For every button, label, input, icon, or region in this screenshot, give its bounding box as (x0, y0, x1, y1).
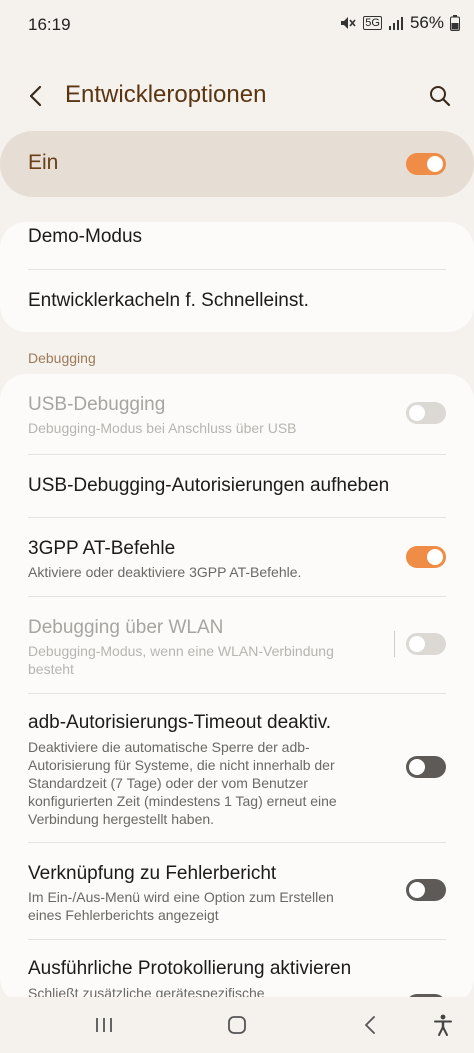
back-button[interactable] (18, 78, 54, 114)
list-item-3gpp-at-commands[interactable]: 3GPP AT-Befehle Aktiviere oder deaktivie… (0, 518, 474, 596)
master-switch-toggle[interactable] (406, 153, 446, 175)
item-title: Ausführliche Protokollierung aktivieren (28, 958, 352, 979)
item-title: Demo-Modus (28, 226, 143, 247)
item-title: Verknüpfung zu Fehlerbericht (28, 863, 277, 884)
debugging-card: USB-Debugging Debugging-Modus bei Anschl… (0, 374, 474, 1004)
item-title: adb-Autorisierungs-Timeout deaktiv. (28, 712, 332, 733)
back-arrow-icon (29, 85, 42, 107)
switch-knob (409, 759, 425, 775)
list-item-adb-authorization-timeout[interactable]: adb-Autorisierungs-Timeout deaktiv. Deak… (0, 694, 474, 842)
item-subtitle: Debugging-Modus bei Anschluss über USB (28, 420, 297, 436)
3gpp-at-switch[interactable] (406, 546, 446, 568)
home-icon (228, 1016, 246, 1034)
item-title: 3GPP AT-Befehle (28, 538, 176, 559)
status-icons: 5G 56% (339, 13, 460, 33)
switch-knob (427, 549, 443, 565)
search-icon (430, 86, 451, 107)
item-subtitle: Deaktiviere die automatische Sperre der … (28, 739, 337, 827)
battery-icon (450, 15, 460, 31)
mute-icon (339, 14, 357, 32)
usb-debugging-switch[interactable] (406, 402, 446, 424)
5g-icon: 5G (363, 16, 382, 30)
list-item-verbose-logging[interactable]: Ausführliche Protokollierung aktivieren … (0, 940, 474, 1004)
accessibility-icon (434, 1014, 452, 1036)
recent-apps-icon (96, 1018, 112, 1032)
bug-report-switch[interactable] (406, 879, 446, 901)
list-item-revoke-usb-authorizations[interactable]: USB-Debugging-Autorisierungen aufheben (0, 455, 474, 517)
item-title: USB-Debugging-Autorisierungen aufheben (28, 475, 390, 496)
search-button[interactable] (422, 78, 458, 114)
status-bar: 16:19 5G 56% (0, 0, 474, 52)
list-item-developer-tiles[interactable]: Entwicklerkacheln f. Schnelleinst. (0, 270, 474, 332)
network-type: 5G (363, 16, 382, 30)
status-time: 16:19 (28, 15, 71, 34)
back-icon (365, 1016, 375, 1034)
list-item-usb-debugging[interactable]: USB-Debugging Debugging-Modus bei Anschl… (0, 374, 474, 442)
section-header-debugging: Debugging (28, 350, 96, 366)
wireless-debugging-switch[interactable] (406, 633, 446, 655)
switch-knob (409, 882, 425, 898)
developer-options-screen: 16:19 5G 56% Entwickleroptionen Ein Demo… (0, 0, 474, 1053)
switch-knob (409, 405, 425, 421)
list-item-bug-report-shortcut[interactable]: Verknüpfung zu Fehlerbericht Im Ein-/Aus… (0, 843, 474, 939)
recent-apps-button[interactable] (89, 1011, 119, 1039)
accessibility-button[interactable] (428, 1011, 458, 1039)
nav-back-button[interactable] (355, 1011, 385, 1039)
item-subtitle: Debugging-Modus, wenn eine WLAN-Verbindu… (28, 643, 334, 677)
page-title: Entwickleroptionen (65, 81, 267, 108)
item-subtitle: Aktiviere oder deaktiviere 3GPP AT-Befeh… (28, 564, 302, 580)
navigation-bar (0, 997, 474, 1053)
adb-timeout-switch[interactable] (406, 756, 446, 778)
list-item-demo-mode[interactable]: Demo-Modus (0, 222, 474, 268)
top-card: Demo-Modus Entwicklerkacheln f. Schnelle… (0, 222, 474, 332)
master-switch-bar[interactable]: Ein (0, 131, 474, 197)
item-title: Entwicklerkacheln f. Schnelleinst. (28, 290, 309, 311)
item-subtitle: Im Ein-/Aus-Menü wird eine Option zum Er… (28, 889, 334, 923)
list-item-wireless-debugging[interactable]: Debugging über WLAN Debugging-Modus, wen… (0, 597, 474, 693)
home-button[interactable] (222, 1011, 252, 1039)
switch-knob (427, 156, 443, 172)
app-bar: Entwickleroptionen (0, 68, 474, 124)
master-switch-label: Ein (28, 151, 59, 174)
battery-percent: 56% (409, 13, 444, 32)
item-title: USB-Debugging (28, 394, 166, 415)
signal-icon (388, 15, 404, 31)
item-title: Debugging über WLAN (28, 617, 224, 638)
switch-knob (409, 636, 425, 652)
vertical-separator (394, 631, 395, 657)
